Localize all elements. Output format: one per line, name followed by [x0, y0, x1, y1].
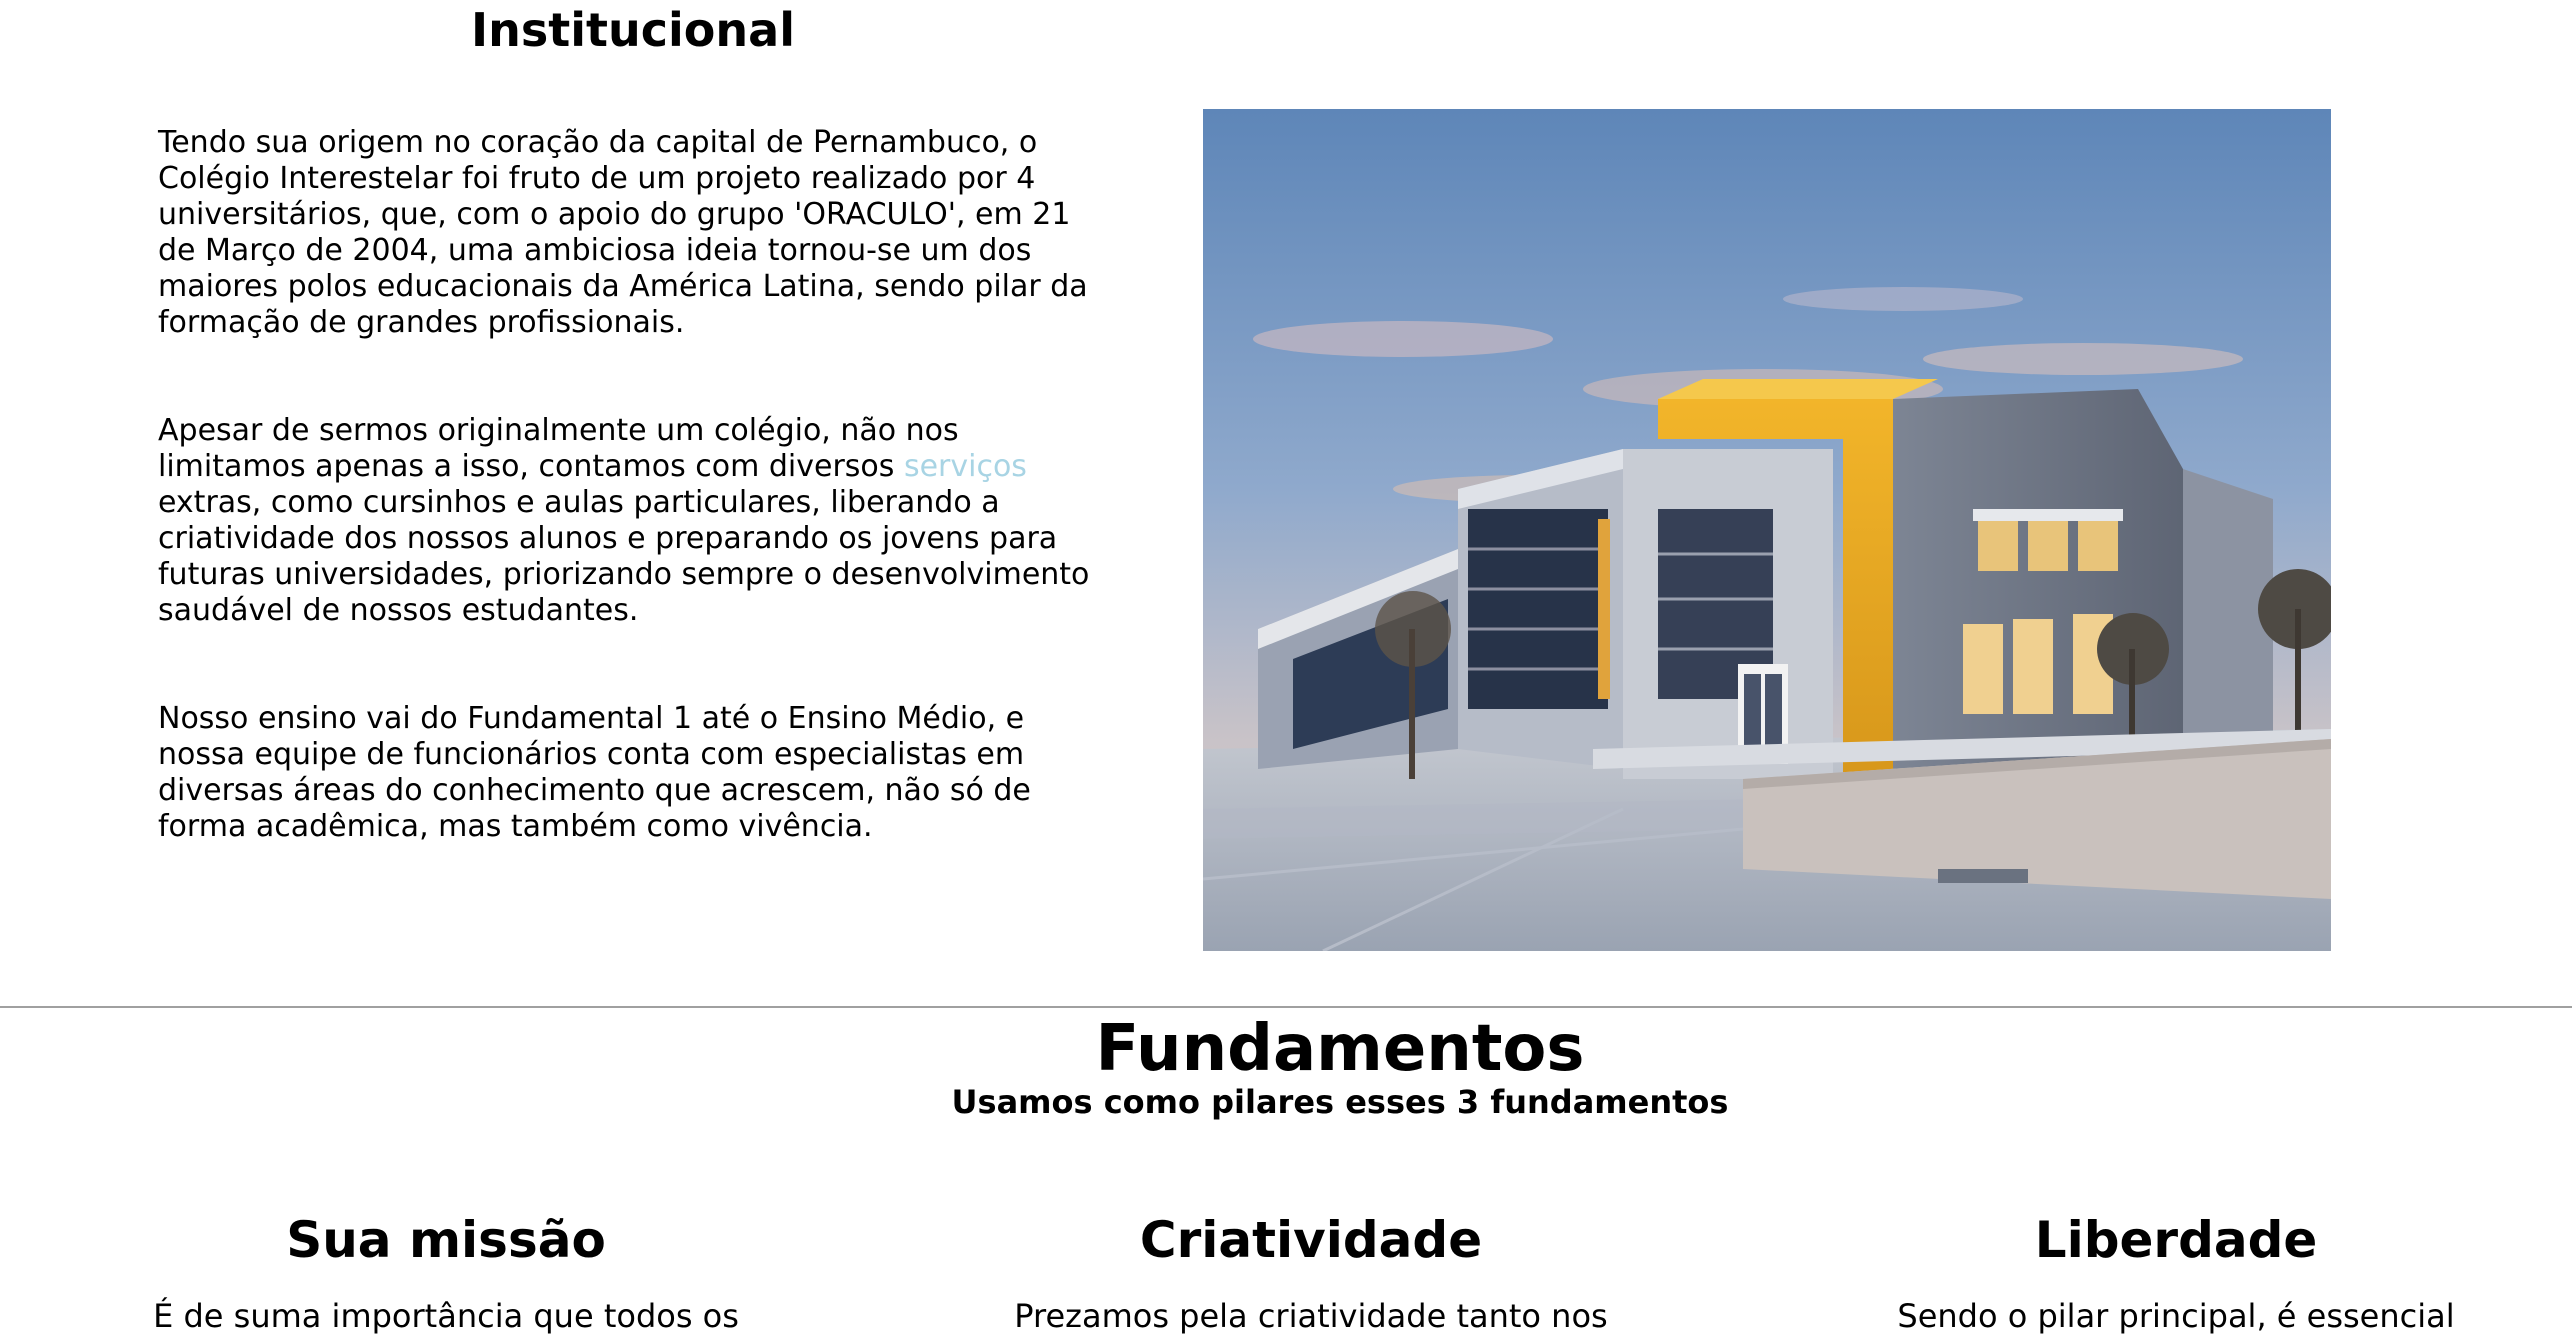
pillar-title: Sua missão — [286, 1211, 606, 1269]
servicos-link[interactable]: serviços — [904, 449, 1027, 484]
school-building-photo — [1203, 109, 2331, 951]
pillar-text: É de suma importância que todos os — [153, 1297, 739, 1335]
pillar-liberdade: Liberdade Sendo o pilar principal, é ess… — [1776, 1202, 2572, 1336]
pillar-text: Sendo o pilar principal, é essencial — [1897, 1297, 2455, 1335]
section-divider — [0, 1006, 2572, 1008]
institucional-title: Institucional — [471, 3, 795, 57]
pillar-missao: Sua missão É de suma importância que tod… — [46, 1202, 846, 1336]
fundamentos-subtitle: Usamos como pilares esses 3 fundamentos — [951, 1083, 1729, 1121]
pillar-criatividade: Criatividade Prezamos pela criatividade … — [911, 1202, 1711, 1336]
pillar-title: Criatividade — [1139, 1211, 1483, 1269]
pillar-text: Prezamos pela criatividade tanto nos — [1014, 1297, 1608, 1335]
institucional-text: Tendo sua origem no coração da capital d… — [158, 125, 1108, 917]
institucional-paragraph-services: Apesar de sermos originalmente um colégi… — [158, 413, 1108, 629]
services-text-after: extras, como cursinhos e aulas particula… — [158, 485, 1090, 628]
fundamentos-title: Fundamentos — [1095, 1012, 1585, 1086]
institucional-section: Institucional Tendo sua origem no coraçã… — [0, 0, 2572, 1006]
institucional-paragraph-ensino: Nosso ensino vai do Fundamental 1 até o … — [158, 701, 1031, 844]
services-text-before: Apesar de sermos originalmente um colégi… — [158, 413, 959, 484]
pillar-title: Liberdade — [2034, 1211, 2318, 1269]
institucional-paragraph-origin: Tendo sua origem no coração da capital d… — [158, 125, 1088, 340]
